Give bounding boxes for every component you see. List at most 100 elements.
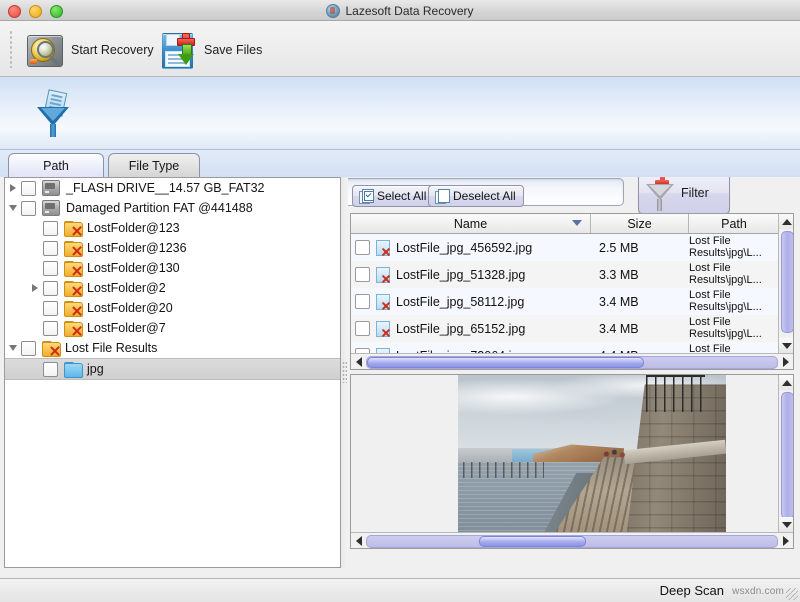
tab-file-type[interactable]: File Type (108, 153, 200, 177)
tree-row[interactable]: _FLASH DRIVE__14.57 GB_FAT32 (5, 178, 340, 198)
column-header-size[interactable]: Size (591, 214, 689, 233)
tree-row[interactable]: LostFolder@123 (5, 218, 340, 238)
tree-row-checkbox[interactable] (43, 261, 58, 276)
toolbar-grip[interactable] (9, 30, 13, 68)
tree-twisty-spacer (27, 298, 43, 318)
lost-folder-icon (64, 321, 81, 335)
preview-vscrollbar[interactable] (778, 375, 793, 532)
scroll-up-icon[interactable] (779, 214, 794, 229)
start-recovery-button[interactable]: Start Recovery (22, 27, 158, 73)
tree-row-checkbox[interactable] (21, 181, 36, 196)
drive-icon (42, 180, 60, 196)
file-list-body[interactable]: LostFile_jpg_456592.jpg2.5 MBLost File R… (351, 234, 793, 369)
preview-scroll-up-icon[interactable] (779, 375, 794, 390)
preview-vscroll-thumb[interactable] (781, 392, 794, 519)
scroll-left-icon[interactable] (351, 354, 366, 369)
tree-row-checkbox[interactable] (43, 321, 58, 336)
cell-size: 3.4 MB (591, 295, 689, 309)
window-title-container: Lazesoft Data Recovery (0, 0, 800, 21)
tree-row-checkbox[interactable] (43, 362, 58, 377)
tree-row-checkbox[interactable] (21, 341, 36, 356)
deselect-all-icon (435, 189, 449, 203)
table-row[interactable]: LostFile_jpg_456592.jpg2.5 MBLost File R… (351, 234, 793, 261)
tree-row-checkbox[interactable] (43, 241, 58, 256)
scan-mode-label: Deep Scan (660, 583, 724, 598)
preview-hscroll-thumb[interactable] (479, 536, 586, 547)
table-row[interactable]: LostFile_jpg_51328.jpg3.3 MBLost File Re… (351, 261, 793, 288)
scroll-down-icon[interactable] (779, 338, 794, 353)
tree-row[interactable]: Damaged Partition FAT @441488 (5, 198, 340, 218)
tree-row-label: LostFolder@7 (87, 321, 166, 335)
tree-row-checkbox[interactable] (43, 281, 58, 296)
funnel-blue-icon (32, 91, 76, 137)
preview-hscrollbar[interactable] (351, 532, 793, 548)
tree-row[interactable]: jpg (5, 358, 340, 380)
tree-row[interactable]: LostFolder@1236 (5, 238, 340, 258)
tree-twisty-spacer (27, 258, 43, 278)
file-name-label: LostFile_jpg_51328.jpg (396, 268, 525, 282)
tree-row-checkbox[interactable] (43, 301, 58, 316)
path-tree[interactable]: _FLASH DRIVE__14.57 GB_FAT32Damaged Part… (5, 178, 340, 567)
column-header-path[interactable]: Path (689, 214, 779, 233)
vscroll-thumb[interactable] (781, 231, 794, 333)
preview-hscroll-track[interactable] (366, 535, 778, 548)
vertical-splitter[interactable] (341, 177, 348, 568)
tree-row-checkbox[interactable] (21, 201, 36, 216)
lost-folder-icon (64, 221, 81, 235)
lost-folder-icon (42, 341, 59, 355)
hscroll-thumb[interactable] (367, 357, 644, 368)
file-row-checkbox[interactable] (355, 321, 370, 336)
application-window: Lazesoft Data Recovery Start Recovery Sa… (0, 0, 800, 602)
tree-row[interactable]: Lost File Results (5, 338, 340, 358)
preview-scroll-down-icon[interactable] (779, 517, 794, 532)
file-row-checkbox[interactable] (355, 267, 370, 282)
save-files-label: Save Files (204, 43, 262, 57)
preview-image (458, 375, 726, 533)
file-list-hscrollbar[interactable] (351, 353, 793, 369)
cell-path: Lost File Results\jpg\L... (689, 290, 779, 313)
cell-name: LostFile_jpg_65152.jpg (351, 321, 591, 336)
tree-row[interactable]: LostFolder@20 (5, 298, 340, 318)
lost-folder-icon (64, 261, 81, 275)
select-all-button[interactable]: Select All (352, 185, 436, 207)
tree-row[interactable]: LostFolder@7 (5, 318, 340, 338)
preview-scroll-right-icon[interactable] (778, 533, 793, 548)
window-title: Lazesoft Data Recovery (345, 4, 473, 18)
tree-row-label: LostFolder@20 (87, 301, 173, 315)
file-row-checkbox[interactable] (355, 294, 370, 309)
tree-twisty-down-icon[interactable] (5, 338, 21, 358)
preview-scroll-left-icon[interactable] (351, 533, 366, 548)
drive-icon (42, 200, 60, 216)
tree-row[interactable]: LostFolder@2 (5, 278, 340, 298)
blue-folder-icon (64, 362, 81, 376)
results-pane: Select All Deselect All Name Size (348, 177, 796, 568)
cell-name: LostFile_jpg_51328.jpg (351, 267, 591, 282)
deselect-all-button[interactable]: Deselect All (428, 185, 524, 207)
lost-file-icon (376, 240, 390, 255)
tree-twisty-down-icon[interactable] (5, 198, 21, 218)
column-header-name[interactable]: Name (351, 214, 591, 233)
hscroll-track[interactable] (366, 356, 778, 369)
lost-folder-icon (64, 281, 81, 295)
select-all-label: Select All (377, 189, 426, 203)
tree-twisty-right-icon[interactable] (5, 178, 21, 198)
column-label-path: Path (721, 217, 747, 231)
file-list-vscrollbar[interactable] (778, 214, 793, 353)
save-files-button[interactable]: Save Files (155, 27, 266, 73)
file-row-checkbox[interactable] (355, 240, 370, 255)
table-row[interactable]: LostFile_jpg_58112.jpg3.4 MBLost File Re… (351, 288, 793, 315)
cell-size: 3.4 MB (591, 322, 689, 336)
cell-name: LostFile_jpg_58112.jpg (351, 294, 591, 309)
file-list: Name Size Path LostFile_jpg_456592.jpg2.… (350, 213, 794, 370)
table-row[interactable]: LostFile_jpg_65152.jpg3.4 MBLost File Re… (351, 315, 793, 342)
tree-twisty-right-icon[interactable] (27, 278, 43, 298)
cell-name: LostFile_jpg_456592.jpg (351, 240, 591, 255)
tree-row-checkbox[interactable] (43, 221, 58, 236)
scroll-right-icon[interactable] (778, 354, 793, 369)
file-name-label: LostFile_jpg_65152.jpg (396, 322, 525, 336)
tab-path[interactable]: Path (8, 153, 104, 177)
start-recovery-label: Start Recovery (71, 43, 154, 57)
tree-row[interactable]: LostFolder@130 (5, 258, 340, 278)
cell-size: 3.3 MB (591, 268, 689, 282)
resize-grip[interactable] (786, 588, 798, 600)
